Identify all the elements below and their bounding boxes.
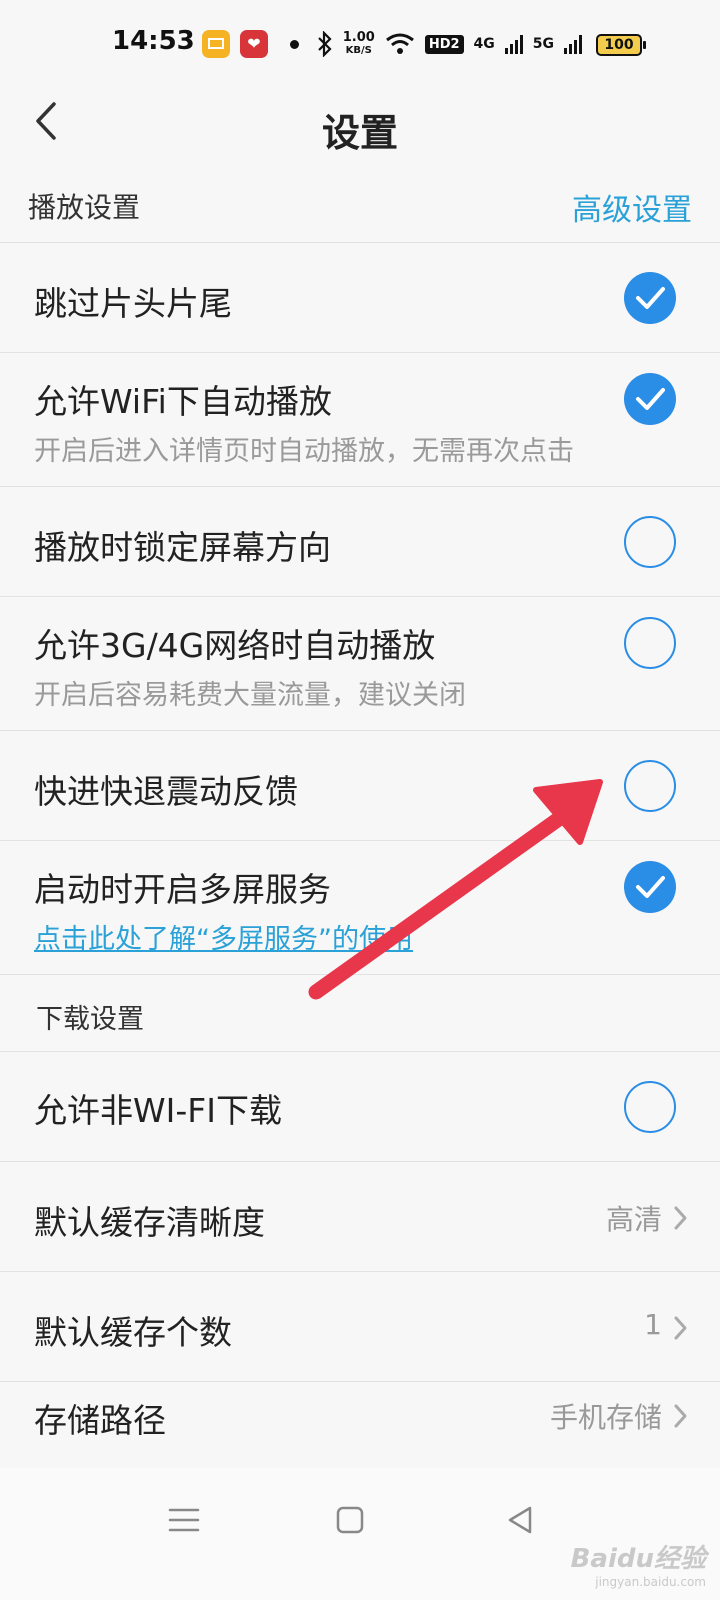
setting-label: 启动时开启多屏服务 [34,870,331,909]
speed-value: 1.00 [342,30,375,45]
setting-row-mobile-autoplay[interactable]: 允许3G/4G网络时自动播放 开启后容易耗费大量流量，建议关闭 [0,597,720,731]
mail-app-icon [202,30,230,58]
setting-value: 高清 [605,1203,662,1236]
battery-level: 100 [604,37,634,53]
setting-label: 快进快退震动反馈 [34,772,298,811]
setting-label: 存储路径 [34,1401,166,1440]
status-indicators: 1.00 KB/S HD2 4G 5G [317,26,582,62]
chevron-right-icon [674,1404,687,1428]
setting-row-wifi-autoplay[interactable]: 允许WiFi下自动播放 开启后进入详情页时自动播放，无需再次点击 [0,353,720,487]
download-section-title: 下载设置 [36,1004,144,1035]
setting-description: 开启后进入详情页时自动播放，无需再次点击 [34,436,574,467]
home-icon[interactable] [332,1502,368,1538]
baidu-watermark: Baidu经验 jingyan.baidu.com [558,1538,706,1589]
checked-circle-icon[interactable] [624,373,676,425]
status-time: 14:53 [112,26,195,56]
setting-row-seek-vibration[interactable]: 快进快退震动反馈 [0,731,720,841]
setting-value: 手机存储 [549,1401,662,1434]
hd-voice-badge: HD2 [424,34,464,54]
speed-unit: KB/S [345,45,372,56]
system-nav-bar: Baidu经验 jingyan.baidu.com [0,1468,720,1600]
setting-label: 默认缓存清晰度 [34,1203,265,1242]
setting-row-cache-count[interactable]: 默认缓存个数 1 [0,1272,720,1382]
unchecked-circle-icon[interactable] [624,516,676,568]
chevron-right-icon [674,1206,687,1230]
setting-label: 跳过片头片尾 [34,284,232,323]
setting-label: 允许3G/4G网络时自动播放 [34,626,436,665]
bluetooth-icon [317,31,332,57]
status-bar: 14:53 ❤ 1.00 KB/S HD2 4G 5G 100 [0,0,720,92]
net-5g-label: 5G [532,36,554,52]
setting-row-lock-orientation[interactable]: 播放时锁定屏幕方向 [0,487,720,597]
nav-header: 设置 [0,92,720,167]
download-section-header: 下载设置 [0,975,720,1052]
back-triangle-icon[interactable] [502,1502,538,1538]
net-4g-label: 4G [473,36,495,52]
signal-5g-icon [564,34,582,54]
checked-circle-icon[interactable] [624,861,676,913]
watermark-sub: jingyan.baidu.com [595,1575,706,1589]
setting-row-storage-path[interactable]: 存储路径 手机存储 [0,1382,720,1468]
advanced-settings-link[interactable]: 高级设置 [572,185,692,229]
setting-row-cache-quality[interactable]: 默认缓存清晰度 高清 [0,1162,720,1272]
play-section-title: 播放设置 [28,191,141,224]
multiscreen-help-link[interactable]: 点击此处了解“多屏服务”的使用 [34,917,413,956]
chevron-right-icon [674,1316,687,1340]
page-title: 设置 [321,111,398,155]
unchecked-circle-icon[interactable] [624,617,676,669]
setting-row-non-wifi-download[interactable]: 允许非WI-FI下载 [0,1052,720,1162]
heart-app-icon: ❤ [240,30,268,58]
setting-description: 开启后容易耗费大量流量，建议关闭 [34,680,466,711]
network-speed: 1.00 KB/S [343,31,375,57]
setting-row-skip-intro[interactable]: 跳过片头片尾 [0,243,720,353]
play-section-header: 播放设置 高级设置 [0,166,720,243]
battery-icon: 100 [596,34,646,56]
menu-icon[interactable] [166,1502,202,1538]
setting-value: 1 [644,1308,662,1341]
setting-label: 允许WiFi下自动播放 [34,382,332,421]
notification-dot-icon [290,40,299,49]
wifi-icon [385,33,414,54]
setting-row-multiscreen[interactable]: 启动时开启多屏服务 点击此处了解“多屏服务”的使用 [0,841,720,975]
unchecked-circle-icon[interactable] [624,1081,676,1133]
signal-4g-icon [504,34,523,54]
setting-label: 允许非WI-FI下载 [34,1091,282,1130]
unchecked-circle-icon[interactable] [624,760,676,812]
checked-circle-icon[interactable] [624,272,676,324]
setting-label: 默认缓存个数 [34,1313,232,1352]
setting-label: 播放时锁定屏幕方向 [34,528,331,567]
watermark-main: Baidu经验 [570,1544,706,1574]
